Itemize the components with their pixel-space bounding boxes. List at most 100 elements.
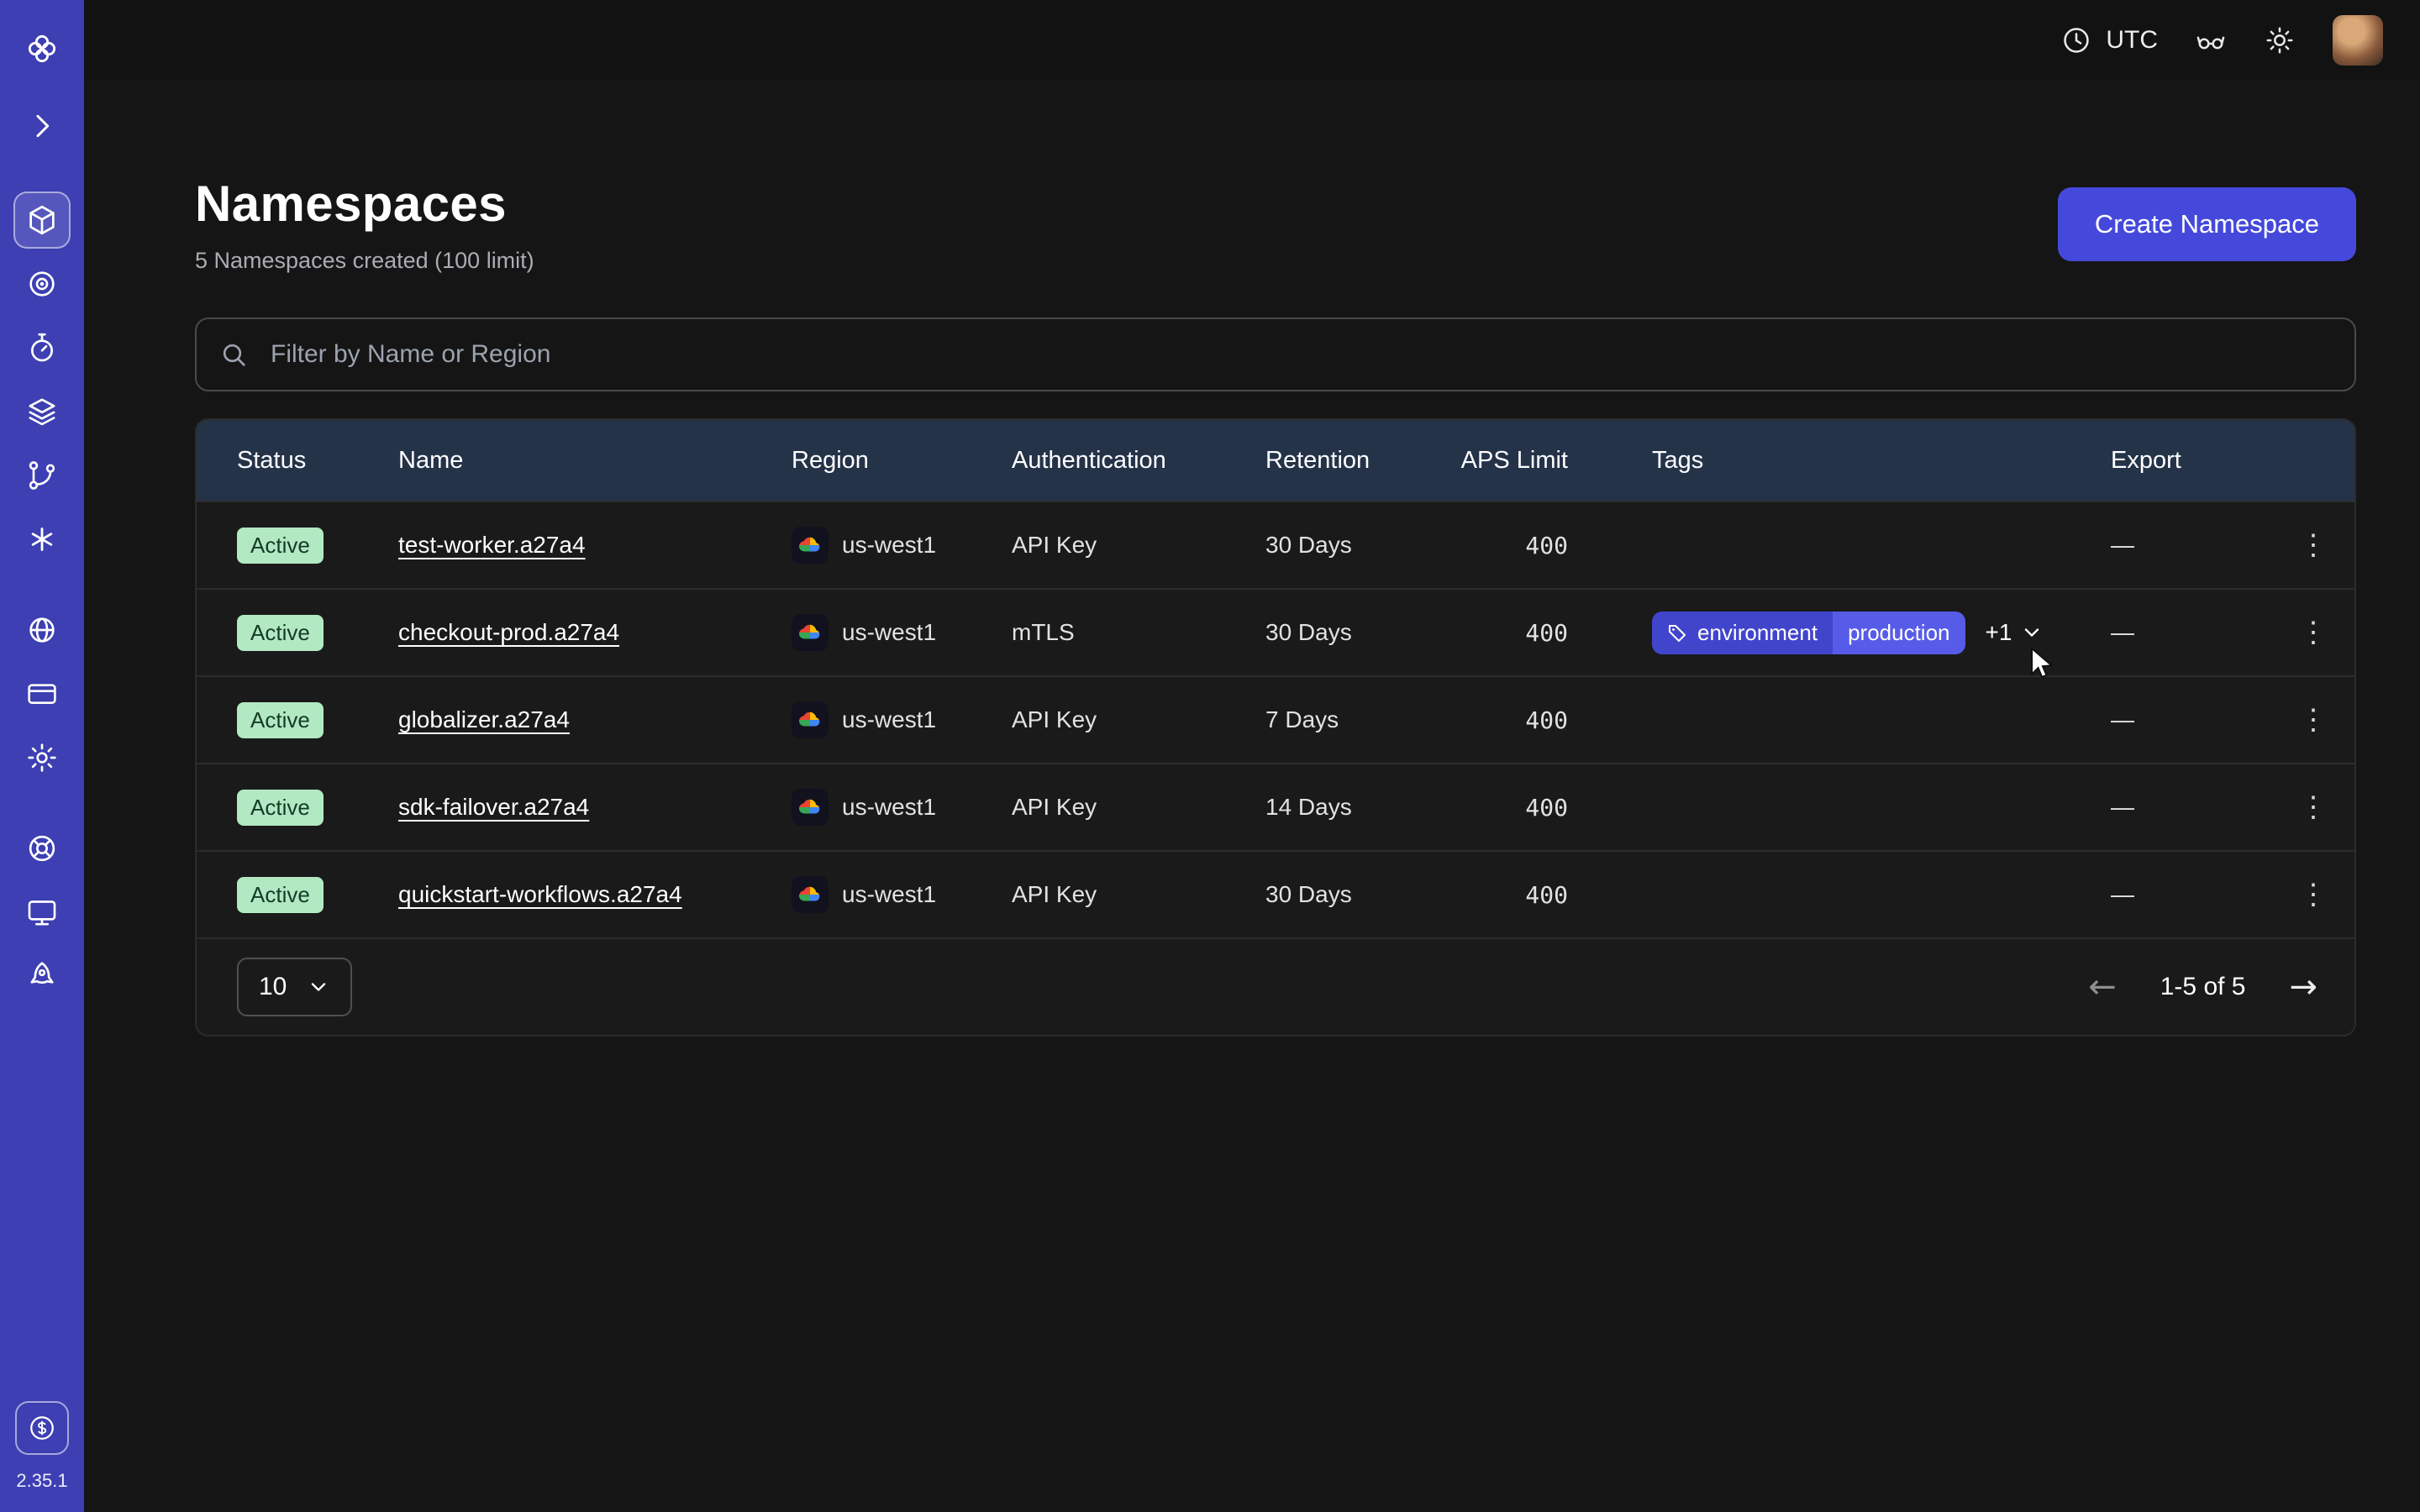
namespace-link[interactable]: test-worker.a27a4 bbox=[398, 532, 586, 558]
aps-limit-value: 400 bbox=[1460, 706, 1652, 734]
retention-value: 30 Days bbox=[1265, 532, 1460, 559]
sidebar-item-schedules[interactable] bbox=[13, 319, 71, 376]
filter-bar bbox=[195, 318, 2356, 391]
timezone-selector[interactable]: UTC bbox=[2060, 24, 2158, 56]
create-namespace-button[interactable]: Create Namespace bbox=[2058, 187, 2356, 261]
retention-value: 30 Days bbox=[1265, 881, 1460, 908]
gcp-cloud-icon bbox=[792, 614, 829, 651]
row-menu-button[interactable]: ⋮ bbox=[2272, 528, 2354, 562]
temporal-logo-icon[interactable] bbox=[13, 20, 71, 77]
sidebar-item-support[interactable] bbox=[13, 820, 71, 877]
tag-icon bbox=[1667, 622, 1687, 643]
git-branch-icon bbox=[25, 459, 59, 492]
col-header-authentication: Authentication bbox=[1012, 447, 1265, 475]
aps-limit-value: 400 bbox=[1460, 532, 1652, 559]
region-label: us-west1 bbox=[842, 619, 936, 646]
namespace-link[interactable]: checkout-prod.a27a4 bbox=[398, 619, 619, 645]
namespace-link[interactable]: globalizer.a27a4 bbox=[398, 706, 570, 732]
credit-card-icon bbox=[25, 677, 59, 711]
status-badge: Active bbox=[237, 615, 324, 651]
table-row: Active checkout-prod.a27a4 us-west1 mTLS… bbox=[197, 588, 2354, 675]
row-menu-button[interactable]: ⋮ bbox=[2272, 616, 2354, 649]
labs-glasses-icon[interactable] bbox=[2195, 24, 2227, 56]
namespace-link[interactable]: quickstart-workflows.a27a4 bbox=[398, 881, 682, 907]
chevron-down-icon bbox=[2020, 621, 2044, 644]
region-label: us-west1 bbox=[842, 532, 936, 559]
previous-page-button[interactable]: ← bbox=[2088, 970, 2117, 1004]
page-size-value: 10 bbox=[259, 973, 287, 1001]
sidebar-item-bullseye[interactable] bbox=[13, 255, 71, 312]
namespace-link[interactable]: sdk-failover.a27a4 bbox=[398, 794, 589, 820]
more-tags-expander[interactable]: +1 bbox=[1986, 619, 2044, 646]
table-header-row: Status Name Region Authentication Retent… bbox=[197, 420, 2354, 501]
sidebar-item-billing[interactable] bbox=[13, 665, 71, 722]
row-menu-button[interactable]: ⋮ bbox=[2272, 703, 2354, 737]
row-menu-button[interactable]: ⋮ bbox=[2272, 878, 2354, 911]
sidebar-item-getting-started[interactable] bbox=[13, 948, 71, 1005]
status-badge: Active bbox=[237, 790, 324, 826]
auth-method: API Key bbox=[1012, 881, 1265, 908]
sidebar-item-namespaces[interactable] bbox=[13, 192, 71, 249]
sidebar-item-docs[interactable] bbox=[13, 884, 71, 941]
page-title: Namespaces bbox=[195, 175, 534, 233]
page-subtitle: 5 Namespaces created (100 limit) bbox=[195, 248, 534, 274]
app-root: 2.35.1 UTC Namespaces 5 Namespaces creat… bbox=[0, 0, 2420, 1512]
timezone-label: UTC bbox=[2106, 26, 2158, 55]
search-icon bbox=[218, 339, 249, 370]
gcp-cloud-icon bbox=[792, 701, 829, 738]
gear-icon bbox=[25, 741, 59, 774]
export-value: — bbox=[2111, 532, 2272, 559]
export-value: — bbox=[2111, 881, 2272, 908]
main-area: UTC Namespaces 5 Namespaces created (100… bbox=[84, 0, 2420, 1512]
table-row: Active quickstart-workflows.a27a4 us-wes… bbox=[197, 850, 2354, 937]
chevron-down-icon bbox=[307, 975, 330, 999]
col-header-region: Region bbox=[792, 447, 1012, 475]
sidebar-item-nexus[interactable] bbox=[13, 511, 71, 568]
tags-cell: environment production +1 bbox=[1652, 612, 2111, 654]
namespaces-table: Status Name Region Authentication Retent… bbox=[195, 418, 2356, 1037]
asterisk-icon bbox=[25, 522, 59, 556]
status-badge: Active bbox=[237, 877, 324, 913]
retention-value: 30 Days bbox=[1265, 619, 1460, 646]
aps-limit-value: 400 bbox=[1460, 619, 1652, 647]
usage-dollar-icon[interactable] bbox=[15, 1401, 69, 1455]
bullseye-icon bbox=[25, 267, 59, 301]
cube-icon bbox=[25, 203, 59, 237]
export-value: — bbox=[2111, 706, 2272, 733]
user-avatar[interactable] bbox=[2333, 15, 2383, 66]
sidebar-item-deployments[interactable] bbox=[13, 383, 71, 440]
aps-limit-value: 400 bbox=[1460, 881, 1652, 909]
timer-icon bbox=[25, 331, 59, 365]
sidebar-item-settings[interactable] bbox=[13, 729, 71, 786]
auth-method: API Key bbox=[1012, 532, 1265, 559]
retention-value: 14 Days bbox=[1265, 794, 1460, 821]
sidebar-expand-chevron-icon[interactable] bbox=[13, 97, 71, 155]
gcp-cloud-icon bbox=[792, 527, 829, 564]
col-header-export: Export bbox=[2111, 447, 2272, 475]
pagination-bar: 10 ← 1-5 of 5 → bbox=[197, 937, 2354, 1035]
tag-chip[interactable]: environment production bbox=[1652, 612, 1965, 654]
page-size-select[interactable]: 10 bbox=[237, 958, 352, 1016]
retention-value: 7 Days bbox=[1265, 706, 1460, 733]
tag-key-label: environment bbox=[1697, 620, 1818, 646]
rocket-icon bbox=[25, 959, 59, 993]
sidebar: 2.35.1 bbox=[0, 0, 84, 1512]
sidebar-item-regions[interactable] bbox=[13, 601, 71, 659]
col-header-retention: Retention bbox=[1265, 447, 1460, 475]
table-row: Active test-worker.a27a4 us-west1 API Ke… bbox=[197, 501, 2354, 588]
filter-input[interactable] bbox=[195, 318, 2356, 391]
version-label: 2.35.1 bbox=[16, 1470, 67, 1492]
lifebuoy-icon bbox=[25, 832, 59, 865]
region-label: us-west1 bbox=[842, 706, 936, 733]
sidebar-item-workflows[interactable] bbox=[13, 447, 71, 504]
next-page-button[interactable]: → bbox=[2289, 970, 2317, 1004]
gcp-cloud-icon bbox=[792, 876, 829, 913]
topbar: UTC bbox=[84, 0, 2420, 81]
auth-method: mTLS bbox=[1012, 619, 1265, 646]
table-row: Active sdk-failover.a27a4 us-west1 API K… bbox=[197, 763, 2354, 850]
row-menu-button[interactable]: ⋮ bbox=[2272, 790, 2354, 824]
page-content: Namespaces 5 Namespaces created (100 lim… bbox=[84, 81, 2420, 1512]
theme-sun-icon[interactable] bbox=[2264, 24, 2296, 56]
auth-method: API Key bbox=[1012, 794, 1265, 821]
col-header-tags: Tags bbox=[1652, 447, 2111, 475]
